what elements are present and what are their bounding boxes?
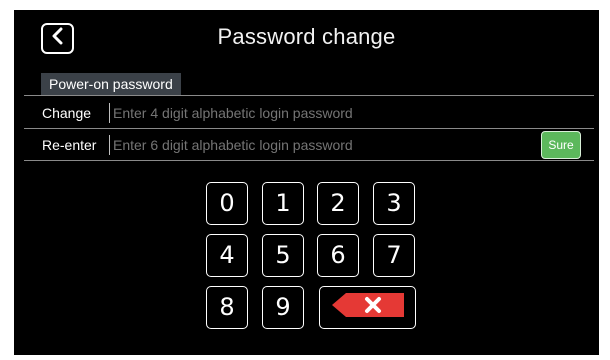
key-1[interactable]: 1 <box>262 182 304 225</box>
backspace-icon <box>331 293 404 322</box>
key-2[interactable]: 2 <box>317 182 359 225</box>
sure-button[interactable]: Sure <box>541 131 581 159</box>
key-8[interactable]: 8 <box>206 286 248 329</box>
change-label: Change <box>42 105 92 121</box>
screen: Password change Power-on password Change… <box>14 10 599 355</box>
key-0[interactable]: 0 <box>206 182 248 225</box>
reenter-label: Re-enter <box>42 137 97 153</box>
divider <box>24 95 594 96</box>
key-6[interactable]: 6 <box>317 234 359 277</box>
key-5[interactable]: 5 <box>262 234 304 277</box>
key-3[interactable]: 3 <box>373 182 415 225</box>
key-9[interactable]: 9 <box>262 286 304 329</box>
divider <box>24 128 594 129</box>
key-4[interactable]: 4 <box>206 234 248 277</box>
tab-power-on-password[interactable]: Power-on password <box>41 73 181 95</box>
page-title: Password change <box>217 24 396 49</box>
key-7[interactable]: 7 <box>373 234 415 277</box>
reenter-password-input[interactable] <box>109 135 529 155</box>
change-password-input[interactable] <box>109 103 559 123</box>
divider <box>24 160 594 161</box>
delete-key[interactable] <box>319 286 416 329</box>
